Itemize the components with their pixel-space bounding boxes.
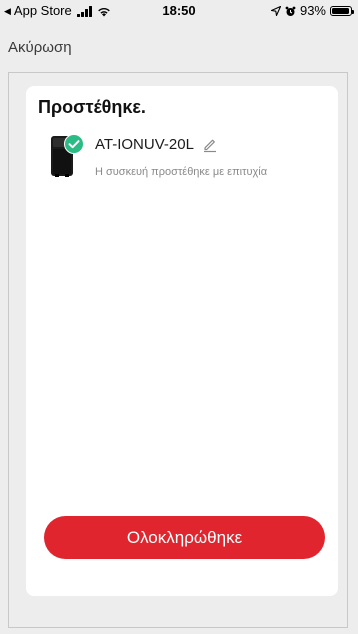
success-card: Προστέθηκε. AT-IONUV-20L Η συσκευή προστ… [26, 86, 338, 596]
cancel-button[interactable]: Ακύρωση [8, 39, 72, 56]
location-icon [270, 6, 281, 16]
edit-pencil-icon[interactable] [202, 137, 218, 153]
device-name: AT-IONUV-20L [95, 136, 194, 153]
status-bar-right: 93% [270, 3, 354, 19]
battery-icon [330, 6, 354, 16]
alarm-icon [285, 6, 296, 16]
device-row: AT-IONUV-20L Η συσκευή προστέθηκε με επι… [38, 134, 328, 186]
done-button[interactable]: Ολοκληρώθηκε [44, 516, 325, 559]
battery-fill [332, 8, 349, 14]
device-status-text: Η συσκευή προστέθηκε με επιτυχία [95, 166, 268, 178]
page-title: Προστέθηκε. [38, 97, 146, 117]
status-bar: ◀ App Store 18:50 93% [0, 0, 358, 22]
battery-percentage: 93% [299, 3, 326, 18]
device-name-row: AT-IONUV-20L [95, 136, 218, 153]
check-circle-icon [64, 134, 84, 154]
